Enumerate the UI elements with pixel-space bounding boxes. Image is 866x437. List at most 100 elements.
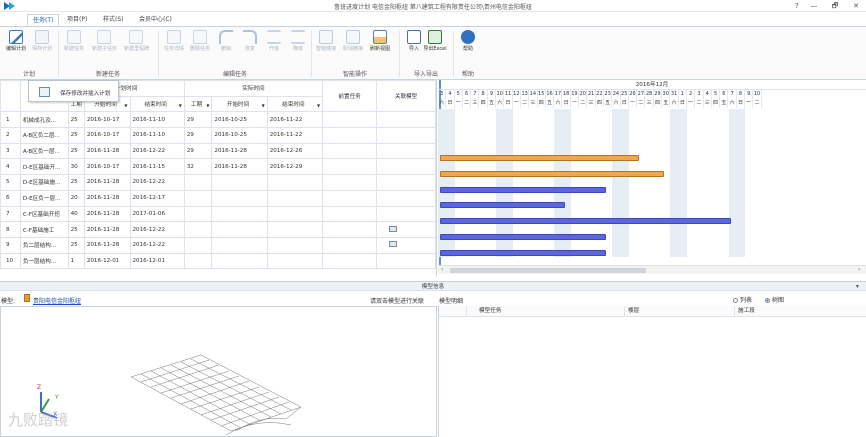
filter-dropdown-icon[interactable]: ▼ xyxy=(206,103,209,108)
cell-predecessor[interactable] xyxy=(322,236,378,254)
cell-plan-duration[interactable]: 30 xyxy=(67,158,85,176)
table-row[interactable]: 8 C-F基础施工 25 2016-11-28 2016-12-22 xyxy=(0,221,436,238)
cell-task-name[interactable]: A-B区负二层... xyxy=(19,127,69,144)
cell-linked-model[interactable] xyxy=(376,236,436,254)
cell-row-index[interactable]: 4 xyxy=(0,158,21,176)
cell-actual-end[interactable] xyxy=(266,174,324,191)
cell-actual-end[interactable]: 2016-12-29 xyxy=(266,158,324,176)
cell-actual-duration[interactable]: 29 xyxy=(183,142,213,160)
cell-plan-duration[interactable]: 25 xyxy=(67,221,85,238)
filter-dropdown-icon[interactable]: ▼ xyxy=(179,103,182,108)
linked-model-icon[interactable] xyxy=(389,225,398,232)
cell-plan-end[interactable]: 2016-11-10 xyxy=(129,111,185,129)
cell-row-index[interactable]: 1 xyxy=(0,111,21,129)
cell-task-name[interactable]: D-E区负一层... xyxy=(19,189,69,207)
column-header-plan-end[interactable]: 结束时间 ▼ xyxy=(129,95,185,113)
cell-plan-end[interactable]: 2016-12-22 xyxy=(129,236,185,254)
cell-task-name[interactable]: D-E区基础施... xyxy=(19,174,69,191)
cell-plan-duration[interactable]: 25 xyxy=(67,111,85,129)
smart-link-button[interactable]: 智能链接 xyxy=(314,30,338,64)
cell-task-name[interactable]: A-B区负一层... xyxy=(19,142,69,160)
cell-linked-model[interactable] xyxy=(376,205,436,223)
cell-actual-duration[interactable] xyxy=(183,205,213,223)
cell-actual-end[interactable] xyxy=(266,189,324,207)
delete-task-button[interactable]: 删除任务 xyxy=(188,30,212,64)
cell-linked-model[interactable] xyxy=(376,142,436,160)
redo-button[interactable]: 恢复 xyxy=(238,30,262,64)
cell-actual-start[interactable]: 2016-11-28 xyxy=(211,142,268,160)
gantt-bar[interactable] xyxy=(440,155,640,162)
cell-actual-start[interactable] xyxy=(211,221,268,238)
cell-plan-end[interactable]: 2016-12-22 xyxy=(129,142,185,160)
gantt-bar[interactable] xyxy=(440,249,606,256)
new-subtask-button[interactable]: 新建子任务 xyxy=(92,30,117,64)
cell-actual-start[interactable] xyxy=(211,252,268,270)
cell-predecessor[interactable] xyxy=(322,252,378,270)
cell-plan-start[interactable]: 2016-11-28 xyxy=(83,205,131,223)
table-row[interactable]: 4 D-E区基础开... 30 2016-10-17 2016-11-15 32 2016-… xyxy=(0,158,436,176)
cell-plan-end[interactable]: 2016-12-01 xyxy=(129,252,185,270)
cell-plan-duration[interactable]: 25 xyxy=(67,142,85,160)
upgrade-button[interactable]: 升级 xyxy=(262,30,286,64)
cell-task-name[interactable]: 机械成孔及... xyxy=(19,111,69,129)
cancel-link-button[interactable]: 取消链接 xyxy=(341,30,365,64)
new-task-button[interactable]: 新建任务 xyxy=(62,30,86,64)
cell-linked-model[interactable] xyxy=(376,127,436,144)
cell-linked-model[interactable] xyxy=(376,252,436,270)
cell-plan-end[interactable]: 2016-12-22 xyxy=(129,221,185,238)
cell-predecessor[interactable] xyxy=(322,205,378,223)
cell-plan-start[interactable]: 2016-10-17 xyxy=(83,158,131,176)
column-header-linked-model[interactable]: 关联模型 xyxy=(376,80,436,113)
cell-actual-duration[interactable] xyxy=(183,252,213,270)
cell-plan-end[interactable]: 2016-12-22 xyxy=(129,174,185,191)
cell-actual-start[interactable] xyxy=(211,205,268,223)
cell-actual-duration[interactable] xyxy=(183,221,213,238)
cell-predecessor[interactable] xyxy=(322,174,378,191)
cell-actual-start[interactable]: 2016-10-25 xyxy=(211,127,268,144)
cell-actual-duration[interactable] xyxy=(183,236,213,254)
table-row[interactable]: 3 A-B区负一层... 25 2016-11-28 2016-12-22 29 2016-… xyxy=(0,142,436,160)
downgrade-button[interactable]: 降级 xyxy=(286,30,310,64)
cell-predecessor[interactable] xyxy=(322,189,378,207)
cell-plan-duration[interactable]: 25 xyxy=(67,236,85,254)
cell-row-index[interactable]: 2 xyxy=(0,127,21,144)
cell-actual-duration[interactable] xyxy=(183,174,213,191)
export-excel-button[interactable]: 导出Excel xyxy=(421,30,449,64)
cell-plan-start[interactable]: 2016-11-28 xyxy=(83,142,131,160)
cell-actual-end[interactable]: 2016-12-26 xyxy=(266,142,324,160)
cell-plan-start[interactable]: 2016-11-28 xyxy=(83,221,131,238)
table-row[interactable]: 10 负一层结构... 1 2016-12-01 2016-12-01 xyxy=(0,252,436,270)
model-info-header[interactable]: 模型信息 ▾ xyxy=(0,281,866,291)
save-insert-popup[interactable]: 保存修改并插入计划 xyxy=(28,80,119,102)
gantt-bar[interactable] xyxy=(440,218,731,225)
cell-plan-start[interactable]: 2016-11-28 xyxy=(83,189,131,207)
help-video-button[interactable]: 帮助 xyxy=(456,30,480,64)
table-row[interactable]: 2 A-B区负二层... 25 2016-10-17 2016-11-10 29 2016-… xyxy=(0,127,436,144)
cell-plan-duration[interactable]: 1 xyxy=(67,252,85,270)
column-header-actual-duration[interactable]: 工期 ▼ xyxy=(183,95,213,113)
cell-actual-duration[interactable] xyxy=(183,189,213,207)
help-button[interactable]: ? xyxy=(791,1,803,11)
cell-plan-end[interactable]: 2016-11-10 xyxy=(129,127,185,144)
cell-linked-model[interactable] xyxy=(376,174,436,191)
cell-actual-duration[interactable]: 29 xyxy=(183,127,213,144)
table-row[interactable]: 5 D-E区基础施... 25 2016-11-28 2016-12-22 xyxy=(0,174,436,191)
cell-plan-duration[interactable]: 40 xyxy=(67,205,85,223)
cell-task-name[interactable]: D-E区基础开... xyxy=(19,158,69,176)
tab-member-center[interactable]: 会员中心(C) xyxy=(134,14,177,26)
cell-actual-duration[interactable]: 32 xyxy=(183,158,213,176)
cell-predecessor[interactable] xyxy=(322,142,378,160)
cell-linked-model[interactable] xyxy=(376,158,436,176)
linked-model-icon[interactable] xyxy=(389,241,398,248)
cell-plan-start[interactable]: 2016-11-28 xyxy=(83,174,131,191)
column-header-predecessor[interactable]: 前置任务 xyxy=(322,80,378,113)
cell-row-index[interactable]: 10 xyxy=(0,252,21,270)
cell-actual-start[interactable] xyxy=(211,236,268,254)
filter-dropdown-icon[interactable]: ▼ xyxy=(262,103,265,108)
column-header-actual-start[interactable]: 开始时间 ▼ xyxy=(211,95,268,113)
cell-linked-model[interactable] xyxy=(376,189,436,207)
cell-actual-end[interactable] xyxy=(266,205,324,223)
cell-row-index[interactable]: 3 xyxy=(0,142,21,160)
filter-dropdown-icon[interactable]: ▼ xyxy=(124,103,127,108)
refresh-view-button[interactable]: 刷新视图 xyxy=(368,30,392,64)
